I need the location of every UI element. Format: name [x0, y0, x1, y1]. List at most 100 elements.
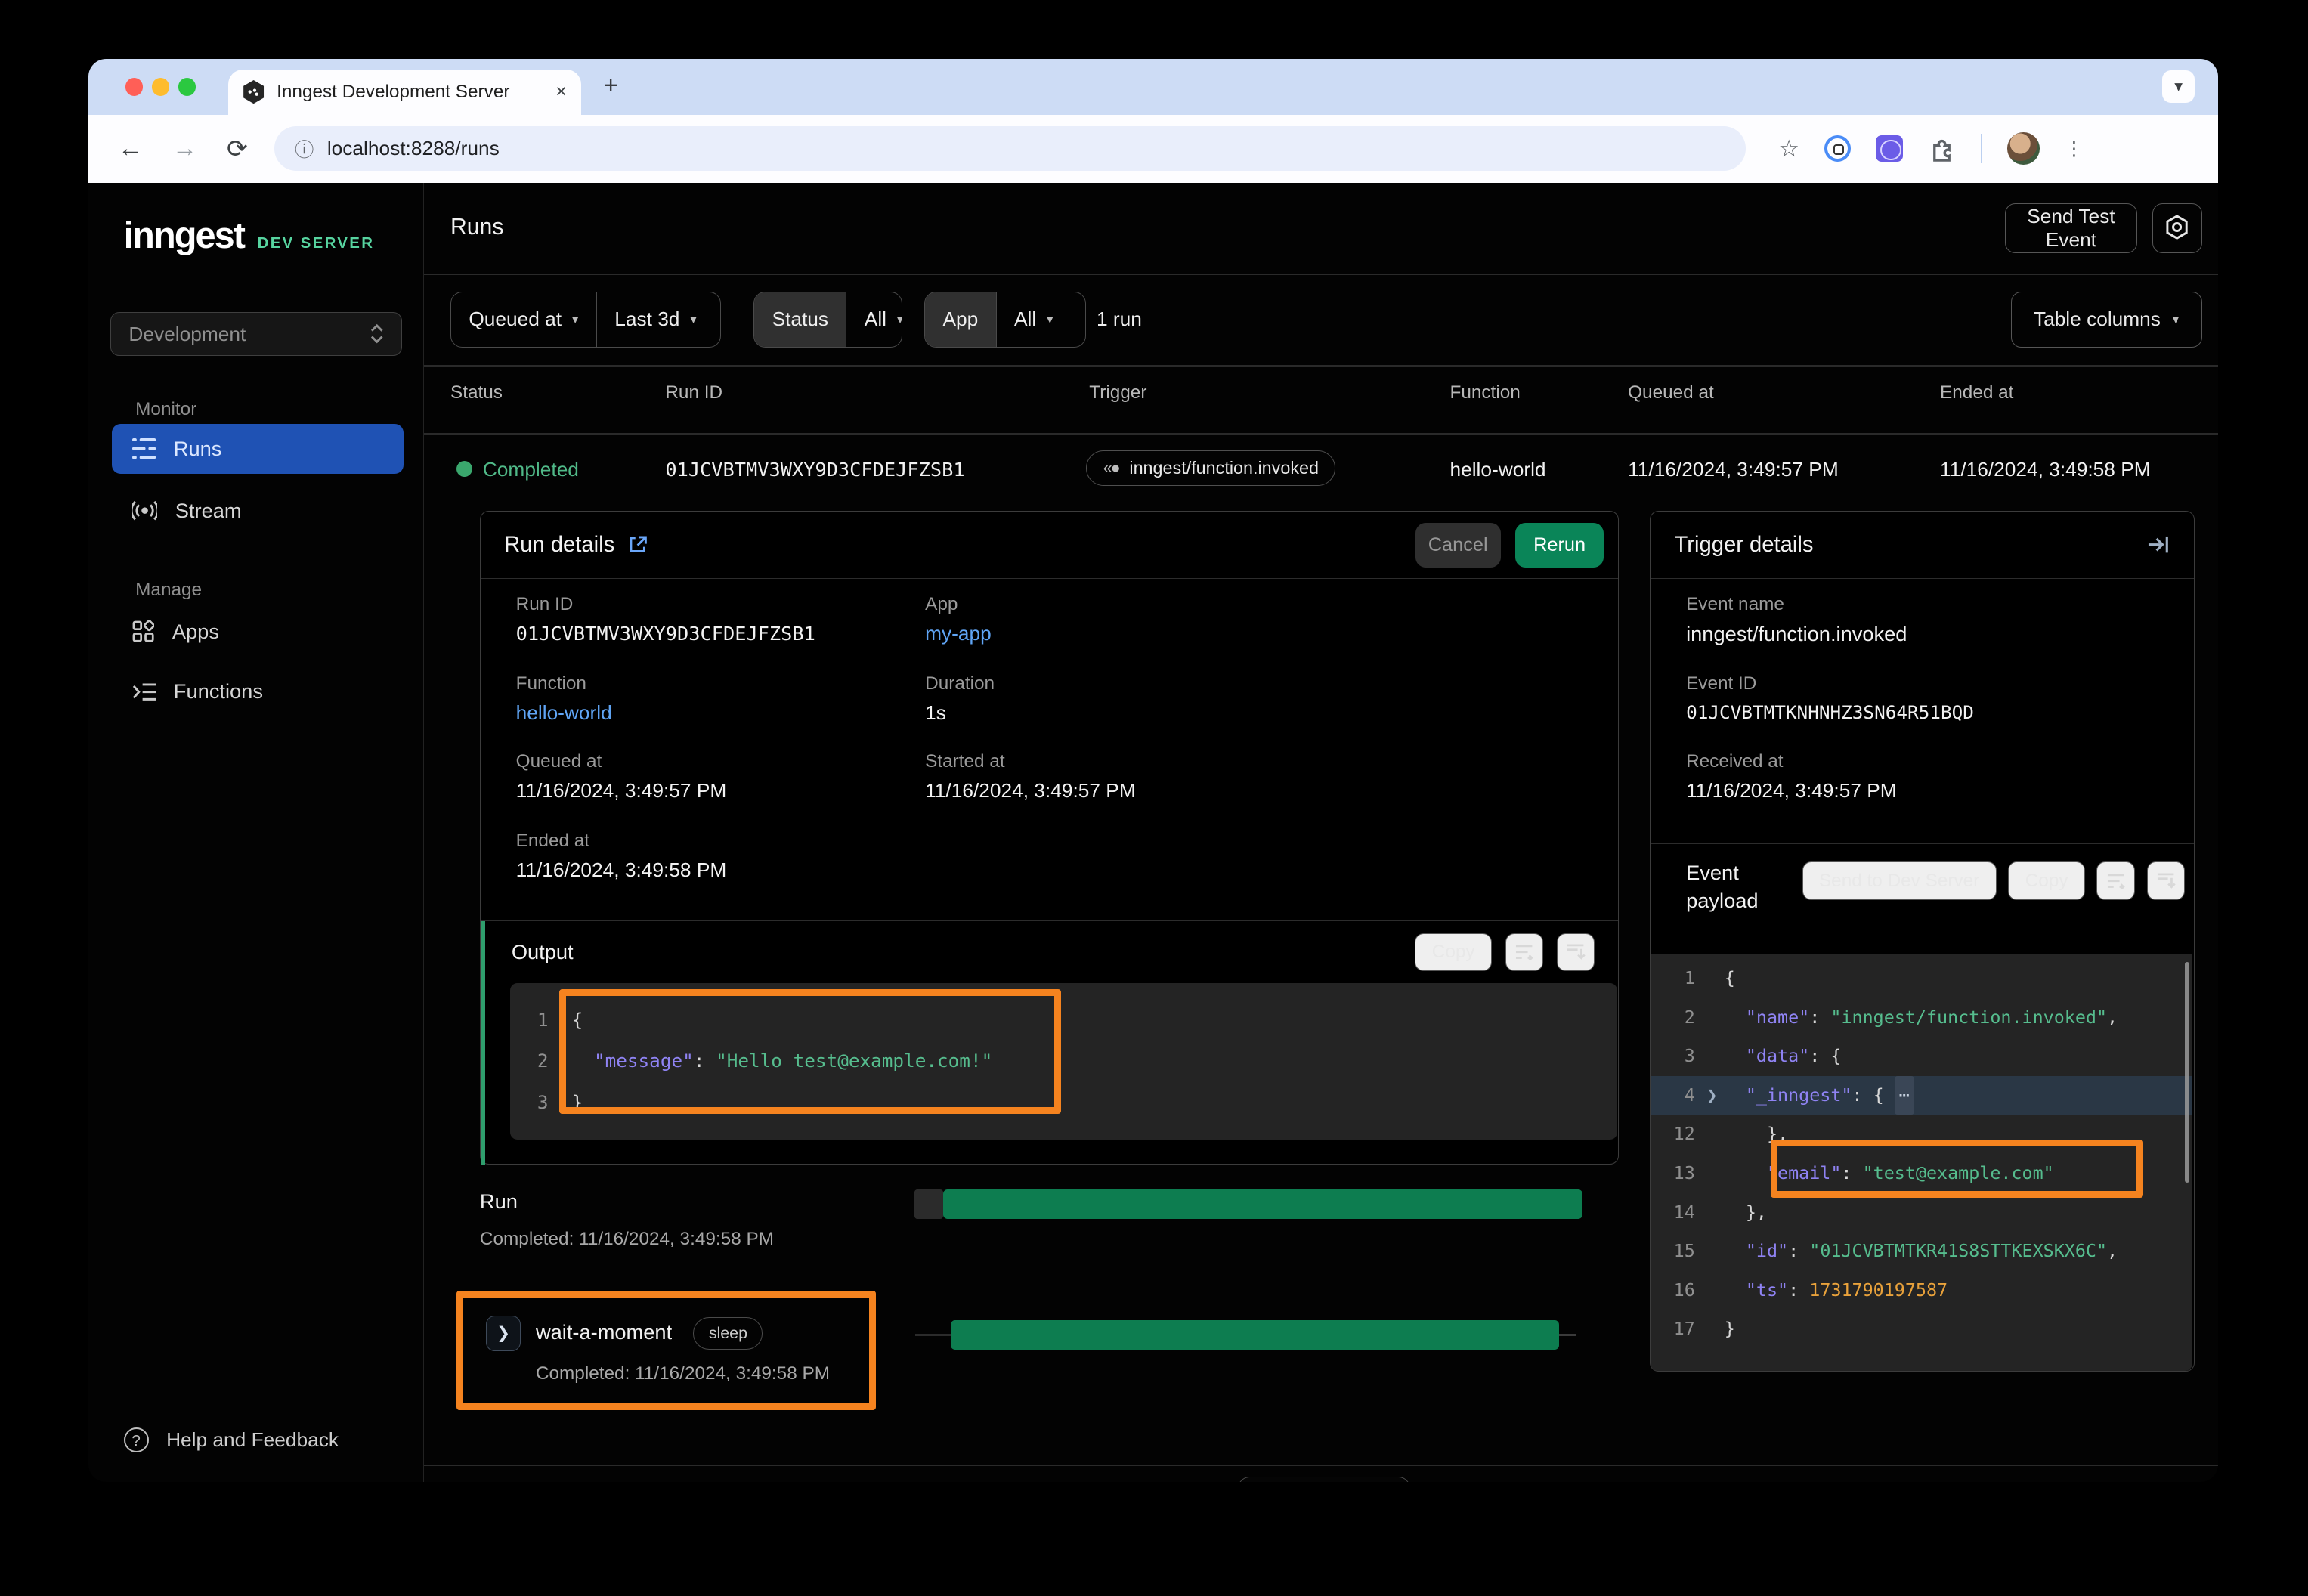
tab-search-chevron-icon[interactable]: ▾: [2162, 70, 2195, 103]
sidebar-item-label: Stream: [175, 499, 242, 523]
help-label: Help and Feedback: [166, 1428, 339, 1452]
app-filter-label: App: [942, 308, 978, 331]
function-link[interactable]: hello-world: [516, 701, 612, 725]
output-copy-button[interactable]: Copy: [1415, 933, 1492, 972]
forward-icon[interactable]: →: [172, 135, 197, 163]
external-link-icon[interactable]: [628, 535, 647, 554]
run-duration-bar[interactable]: [943, 1189, 1582, 1219]
trigger-badge[interactable]: «● inngest/function.invoked: [1086, 450, 1335, 486]
step-lead-line: [915, 1334, 951, 1337]
colon: :: [1809, 1037, 1830, 1076]
queued-at-value: 11/16/2024, 3:49:57 PM: [516, 779, 727, 803]
divider: [424, 365, 2218, 367]
settings-gear-button[interactable]: [2152, 203, 2202, 253]
word-wrap-icon[interactable]: [1505, 933, 1544, 972]
send-to-dev-server-button[interactable]: Send to Dev Server: [1802, 861, 1997, 900]
time-filter[interactable]: Queued at▾ Last 3d▾: [450, 292, 721, 348]
sidebar-item-apps[interactable]: Apps: [112, 606, 404, 656]
table-columns-button[interactable]: Table columns ▾: [2011, 292, 2202, 348]
row-run-id: 01JCVBTMV3WXY9D3CFDEJFZSB1: [665, 458, 964, 481]
status-filter[interactable]: Status All▾: [753, 292, 902, 348]
divider: [424, 433, 2218, 435]
chevron-down-icon: ▾: [1047, 311, 1053, 327]
sidebar-item-stream[interactable]: Stream: [112, 486, 404, 536]
cancel-button[interactable]: Cancel: [1415, 523, 1501, 567]
partial-button-clipped[interactable]: [1238, 1477, 1410, 1483]
collapsed-json-row[interactable]: 4❯ "_inngest": { ⋯: [1651, 1076, 2192, 1115]
browser-tab[interactable]: Inngest Development Server ×: [228, 70, 581, 115]
timeline-run-completed: Completed: 11/16/2024, 3:49:58 PM: [480, 1229, 774, 1250]
new-tab-button[interactable]: +: [604, 72, 618, 101]
annotation-highlight-output-json: [559, 989, 1061, 1115]
sidebar-item-runs[interactable]: Runs: [112, 424, 404, 474]
status-filter-value: All: [865, 308, 886, 331]
functions-terminal-icon: [132, 682, 156, 701]
event-id-label: Event ID: [1686, 673, 1756, 694]
bookmark-star-icon[interactable]: ☆: [1778, 135, 1799, 162]
output-title: Output: [512, 940, 574, 964]
code-text: {: [1725, 959, 1735, 998]
chevron-down-icon: ▾: [897, 311, 902, 327]
line-number: 14: [1651, 1193, 1694, 1233]
scroll-to-bottom-icon[interactable]: [2147, 861, 2186, 900]
rerun-button[interactable]: Rerun: [1515, 523, 1604, 567]
payload-copy-button[interactable]: Copy: [2008, 861, 2085, 900]
column-header-run-id: Run ID: [665, 382, 722, 404]
indent: [1725, 998, 1746, 1038]
annotation-highlight-wait-step: [456, 1291, 876, 1410]
password-manager-extension-icon[interactable]: [1824, 135, 1851, 162]
apps-grid-icon: [132, 620, 154, 642]
colon: :: [1852, 1076, 1873, 1115]
indent: [1725, 1154, 1767, 1193]
sidebar-item-label: Apps: [172, 620, 219, 644]
app-filter[interactable]: App All▾: [924, 292, 1086, 348]
sidebar: inngest DEV SERVER Development Monitor R…: [88, 183, 424, 1483]
collapse-chevron-icon[interactable]: ❯: [1706, 1076, 1724, 1115]
tab-close-icon[interactable]: ×: [555, 81, 567, 103]
collapsed-ellipsis[interactable]: ⋯: [1895, 1076, 1914, 1115]
indent: [1725, 1076, 1746, 1115]
window-minimize-button[interactable]: [152, 78, 169, 95]
back-icon[interactable]: ←: [118, 135, 143, 163]
step-duration-bar[interactable]: [951, 1320, 1558, 1350]
chevron-updown-icon: [370, 323, 384, 344]
sidebar-item-functions[interactable]: Functions: [112, 667, 404, 716]
purple-extension-icon[interactable]: [1876, 135, 1902, 162]
stream-broadcast-icon: [132, 500, 157, 521]
browser-menu-icon[interactable]: ⋮: [2065, 137, 2084, 160]
scroll-to-bottom-icon[interactable]: [1557, 933, 1595, 972]
code-text: {: [1830, 1037, 1841, 1076]
app-link[interactable]: my-app: [925, 622, 992, 645]
line-number: 4: [1651, 1076, 1694, 1115]
code-text: }: [1725, 1310, 1735, 1349]
send-test-event-button[interactable]: Send Test Event: [2005, 203, 2137, 253]
window-close-button[interactable]: [125, 78, 143, 95]
site-info-icon[interactable]: ⓘ: [295, 135, 314, 162]
collapse-panel-icon[interactable]: [2147, 535, 2170, 554]
app-label: App: [925, 594, 958, 615]
trigger-details-title: Trigger details: [1675, 533, 1814, 558]
browser-tab-strip: Inngest Development Server × + ▾: [88, 59, 2218, 115]
address-bar[interactable]: ⓘ localhost:8288/runs: [274, 126, 1746, 170]
profile-avatar[interactable]: [2007, 132, 2040, 165]
runs-list-icon: [132, 438, 156, 459]
reload-icon[interactable]: ⟳: [227, 134, 248, 164]
indent: [1725, 1232, 1746, 1271]
help-and-feedback[interactable]: ? Help and Feedback: [124, 1427, 339, 1452]
extensions-puzzle-icon[interactable]: [1928, 135, 1956, 162]
started-at-label: Started at: [925, 751, 1005, 772]
status-dot-icon: [456, 461, 472, 477]
environment-select[interactable]: Development: [110, 312, 402, 356]
chevron-down-icon: ▾: [2173, 311, 2180, 327]
timeline-run-label: Run: [480, 1189, 518, 1214]
received-at-label: Received at: [1686, 751, 1783, 772]
word-wrap-icon[interactable]: [2096, 861, 2135, 900]
code-text: },: [1725, 1193, 1767, 1233]
main-area: Runs Send Test Event Queued at▾ Last 3d▾…: [424, 183, 2218, 1483]
code-scrollbar-thumb[interactable]: [2185, 962, 2189, 1183]
line-number: 2: [510, 1041, 549, 1082]
window-zoom-button[interactable]: [178, 78, 196, 95]
toolbar-separator: [1981, 134, 1982, 163]
column-header-function: Function: [1449, 382, 1520, 404]
run-queue-segment: [914, 1189, 944, 1219]
